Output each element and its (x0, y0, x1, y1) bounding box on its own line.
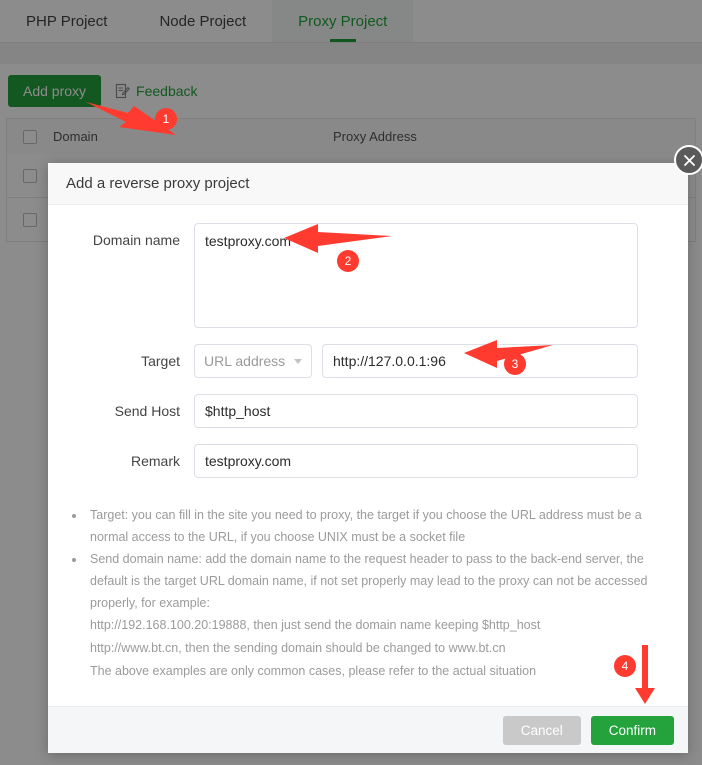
remark-input[interactable] (194, 444, 638, 478)
domain-name-textarea[interactable] (194, 223, 638, 328)
target-url-input[interactable] (322, 344, 638, 378)
help-example: http://192.168.100.20:19888, then just s… (90, 618, 541, 632)
target-label: Target (141, 353, 180, 369)
help-bullet: Target: you can fill in the site you nee… (86, 504, 674, 548)
remark-label: Remark (130, 453, 180, 469)
dialog-title: Add a reverse proxy project (48, 163, 688, 205)
target-type-select[interactable]: URL address (194, 344, 312, 378)
help-example: The above examples are only common cases… (90, 664, 537, 678)
field-row-remark: Remark (62, 444, 674, 478)
dialog-body: Domain name Target URL address Send Host… (48, 205, 688, 706)
close-icon[interactable] (674, 145, 702, 175)
target-type-value: URL address (204, 353, 286, 369)
help-bullet: Send domain name: add the domain name to… (86, 548, 674, 614)
chevron-down-icon (294, 358, 302, 364)
confirm-button[interactable]: Confirm (590, 715, 674, 745)
domain-name-label: Domain name (92, 232, 180, 248)
add-reverse-proxy-dialog: Add a reverse proxy project Domain name … (48, 145, 702, 753)
cancel-button[interactable]: Cancel (502, 715, 581, 745)
send-host-input[interactable] (194, 394, 638, 428)
help-bullet-list: Target: you can fill in the site you nee… (76, 504, 674, 614)
send-host-label: Send Host (114, 403, 180, 419)
field-row-target: Target URL address (62, 344, 674, 378)
field-row-domain-name: Domain name (62, 223, 674, 328)
help-example: http://www.bt.cn, then the sending domai… (90, 641, 506, 655)
field-row-send-host: Send Host (62, 394, 674, 428)
dialog-footer: Cancel Confirm (48, 706, 688, 753)
